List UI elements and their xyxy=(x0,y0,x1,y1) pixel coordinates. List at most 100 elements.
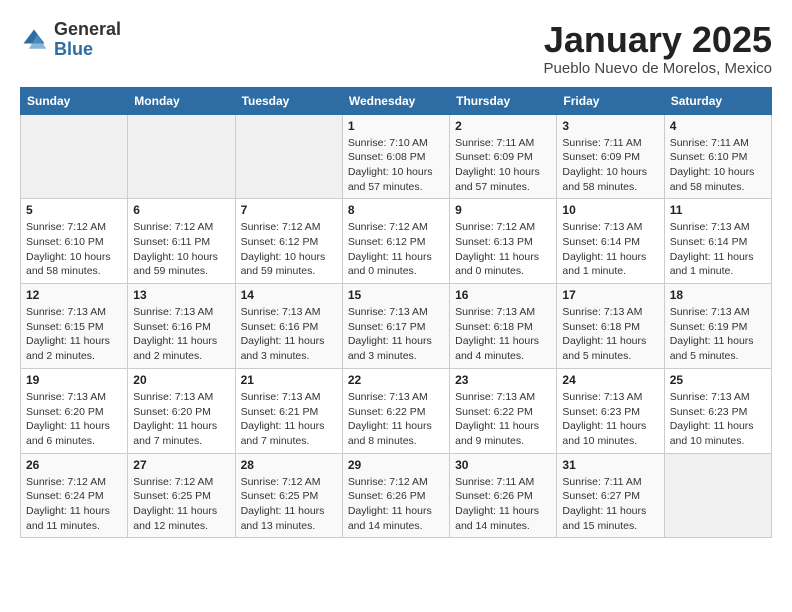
day-info: Sunrise: 7:13 AMSunset: 6:22 PMDaylight:… xyxy=(455,390,551,449)
day-number: 31 xyxy=(562,458,658,472)
calendar-cell xyxy=(128,114,235,199)
day-number: 21 xyxy=(241,373,337,387)
weekday-header-row: SundayMondayTuesdayWednesdayThursdayFrid… xyxy=(21,87,772,114)
calendar-cell: 31 Sunrise: 7:11 AMSunset: 6:27 PMDayligh… xyxy=(557,453,664,538)
day-number: 19 xyxy=(26,373,122,387)
calendar-week-row: 12 Sunrise: 7:13 AMSunset: 6:15 PMDayligh… xyxy=(21,284,772,369)
day-info: Sunrise: 7:13 AMSunset: 6:15 PMDaylight:… xyxy=(26,305,122,364)
calendar-cell: 3 Sunrise: 7:11 AMSunset: 6:09 PMDaylight… xyxy=(557,114,664,199)
day-info: Sunrise: 7:12 AMSunset: 6:25 PMDaylight:… xyxy=(241,475,337,534)
calendar-cell: 12 Sunrise: 7:13 AMSunset: 6:15 PMDayligh… xyxy=(21,284,128,369)
day-number: 24 xyxy=(562,373,658,387)
calendar-cell: 17 Sunrise: 7:13 AMSunset: 6:18 PMDayligh… xyxy=(557,284,664,369)
day-info: Sunrise: 7:10 AMSunset: 6:08 PMDaylight:… xyxy=(348,136,444,195)
day-number: 30 xyxy=(455,458,551,472)
calendar-cell: 9Sunrise: 7:12 AMSunset: 6:13 PMDaylight… xyxy=(450,199,557,284)
day-info: Sunrise: 7:13 AMSunset: 6:20 PMDaylight:… xyxy=(133,390,229,449)
day-info: Sunrise: 7:12 AMSunset: 6:12 PMDaylight:… xyxy=(241,220,337,279)
logo-general: General xyxy=(54,19,121,39)
day-number: 12 xyxy=(26,288,122,302)
weekday-header: Tuesday xyxy=(235,87,342,114)
day-number: 25 xyxy=(670,373,766,387)
day-info: Sunrise: 7:13 AMSunset: 6:18 PMDaylight:… xyxy=(455,305,551,364)
day-info: Sunrise: 7:13 AMSunset: 6:18 PMDaylight:… xyxy=(562,305,658,364)
calendar-table: SundayMondayTuesdayWednesdayThursdayFrid… xyxy=(20,87,772,539)
calendar-cell: 7Sunrise: 7:12 AMSunset: 6:12 PMDaylight… xyxy=(235,199,342,284)
day-number: 26 xyxy=(26,458,122,472)
calendar-cell xyxy=(235,114,342,199)
calendar-cell: 2Sunrise: 7:11 AMSunset: 6:09 PMDaylight… xyxy=(450,114,557,199)
weekday-header: Thursday xyxy=(450,87,557,114)
calendar-cell: 4Sunrise: 7:11 AMSunset: 6:10 PMDaylight… xyxy=(664,114,771,199)
month-title: January 2025 xyxy=(544,20,772,60)
day-number: 6 xyxy=(133,203,229,217)
day-number: 29 xyxy=(348,458,444,472)
day-number: 20 xyxy=(133,373,229,387)
calendar-cell: 20 Sunrise: 7:13 AMSunset: 6:20 PMDayligh… xyxy=(128,368,235,453)
day-info: Sunrise: 7:12 AMSunset: 6:12 PMDaylight:… xyxy=(348,220,444,279)
calendar-cell: 6 Sunrise: 7:12 AMSunset: 6:11 PMDaylight… xyxy=(128,199,235,284)
logo: General Blue xyxy=(20,20,121,60)
day-info: Sunrise: 7:13 AMSunset: 6:16 PMDaylight:… xyxy=(241,305,337,364)
day-number: 8 xyxy=(348,203,444,217)
calendar-cell: 16Sunrise: 7:13 AMSunset: 6:18 PMDayligh… xyxy=(450,284,557,369)
day-info: Sunrise: 7:13 AMSunset: 6:22 PMDaylight:… xyxy=(348,390,444,449)
page-header: General Blue January 2025 Pueblo Nuevo d… xyxy=(20,20,772,77)
day-info: Sunrise: 7:12 AMSunset: 6:13 PMDaylight:… xyxy=(455,220,551,279)
day-number: 11 xyxy=(670,203,766,217)
day-number: 23 xyxy=(455,373,551,387)
logo-blue: Blue xyxy=(54,39,93,59)
day-info: Sunrise: 7:13 AMSunset: 6:14 PMDaylight:… xyxy=(562,220,658,279)
day-number: 27 xyxy=(133,458,229,472)
day-info: Sunrise: 7:13 AMSunset: 6:20 PMDaylight:… xyxy=(26,390,122,449)
weekday-header: Wednesday xyxy=(342,87,449,114)
calendar-cell: 15Sunrise: 7:13 AMSunset: 6:17 PMDayligh… xyxy=(342,284,449,369)
day-number: 3 xyxy=(562,119,658,133)
logo-text: General Blue xyxy=(54,20,121,60)
day-info: Sunrise: 7:13 AMSunset: 6:16 PMDaylight:… xyxy=(133,305,229,364)
calendar-cell: 30Sunrise: 7:11 AMSunset: 6:26 PMDayligh… xyxy=(450,453,557,538)
title-block: January 2025 Pueblo Nuevo de Morelos, Me… xyxy=(544,20,772,77)
day-number: 17 xyxy=(562,288,658,302)
day-info: Sunrise: 7:13 AMSunset: 6:17 PMDaylight:… xyxy=(348,305,444,364)
calendar-cell: 19 Sunrise: 7:13 AMSunset: 6:20 PMDayligh… xyxy=(21,368,128,453)
calendar-week-row: 5Sunrise: 7:12 AMSunset: 6:10 PMDaylight… xyxy=(21,199,772,284)
calendar-cell: 1 Sunrise: 7:10 AMSunset: 6:08 PMDaylight… xyxy=(342,114,449,199)
weekday-header: Friday xyxy=(557,87,664,114)
day-info: Sunrise: 7:11 AMSunset: 6:10 PMDaylight:… xyxy=(670,136,766,195)
calendar-cell: 21 Sunrise: 7:13 AMSunset: 6:21 PMDayligh… xyxy=(235,368,342,453)
calendar-cell: 25 Sunrise: 7:13 AMSunset: 6:23 PMDayligh… xyxy=(664,368,771,453)
location: Pueblo Nuevo de Morelos, Mexico xyxy=(544,60,772,77)
calendar-cell: 22 Sunrise: 7:13 AMSunset: 6:22 PMDayligh… xyxy=(342,368,449,453)
day-number: 14 xyxy=(241,288,337,302)
day-number: 22 xyxy=(348,373,444,387)
calendar-cell: 18 Sunrise: 7:13 AMSunset: 6:19 PMDayligh… xyxy=(664,284,771,369)
calendar-cell xyxy=(21,114,128,199)
day-number: 18 xyxy=(670,288,766,302)
calendar-cell: 11 Sunrise: 7:13 AMSunset: 6:14 PMDayligh… xyxy=(664,199,771,284)
calendar-cell: 8 Sunrise: 7:12 AMSunset: 6:12 PMDaylight… xyxy=(342,199,449,284)
day-info: Sunrise: 7:13 AMSunset: 6:19 PMDaylight:… xyxy=(670,305,766,364)
day-info: Sunrise: 7:11 AMSunset: 6:27 PMDaylight:… xyxy=(562,475,658,534)
day-info: Sunrise: 7:13 AMSunset: 6:21 PMDaylight:… xyxy=(241,390,337,449)
calendar-week-row: 1 Sunrise: 7:10 AMSunset: 6:08 PMDaylight… xyxy=(21,114,772,199)
calendar-cell: 24Sunrise: 7:13 AMSunset: 6:23 PMDayligh… xyxy=(557,368,664,453)
day-info: Sunrise: 7:12 AMSunset: 6:26 PMDaylight:… xyxy=(348,475,444,534)
calendar-week-row: 19 Sunrise: 7:13 AMSunset: 6:20 PMDayligh… xyxy=(21,368,772,453)
day-number: 13 xyxy=(133,288,229,302)
day-info: Sunrise: 7:12 AMSunset: 6:25 PMDaylight:… xyxy=(133,475,229,534)
calendar-cell: 28Sunrise: 7:12 AMSunset: 6:25 PMDayligh… xyxy=(235,453,342,538)
logo-icon xyxy=(20,26,48,54)
day-info: Sunrise: 7:12 AMSunset: 6:11 PMDaylight:… xyxy=(133,220,229,279)
day-info: Sunrise: 7:13 AMSunset: 6:23 PMDaylight:… xyxy=(670,390,766,449)
day-info: Sunrise: 7:11 AMSunset: 6:09 PMDaylight:… xyxy=(455,136,551,195)
day-info: Sunrise: 7:11 AMSunset: 6:09 PMDaylight:… xyxy=(562,136,658,195)
weekday-header: Sunday xyxy=(21,87,128,114)
day-info: Sunrise: 7:13 AMSunset: 6:14 PMDaylight:… xyxy=(670,220,766,279)
calendar-cell: 29 Sunrise: 7:12 AMSunset: 6:26 PMDayligh… xyxy=(342,453,449,538)
calendar-cell: 14 Sunrise: 7:13 AMSunset: 6:16 PMDayligh… xyxy=(235,284,342,369)
day-number: 10 xyxy=(562,203,658,217)
day-number: 1 xyxy=(348,119,444,133)
day-info: Sunrise: 7:12 AMSunset: 6:10 PMDaylight:… xyxy=(26,220,122,279)
calendar-week-row: 26Sunrise: 7:12 AMSunset: 6:24 PMDayligh… xyxy=(21,453,772,538)
